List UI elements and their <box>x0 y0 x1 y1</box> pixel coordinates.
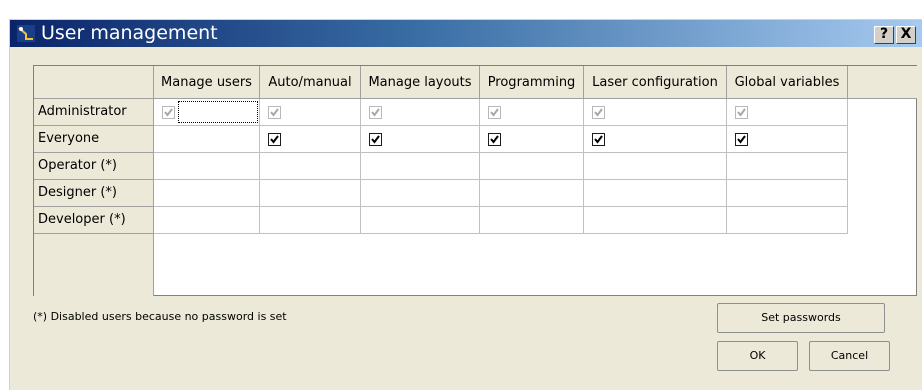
permission-cell[interactable] <box>361 126 480 153</box>
permission-cell[interactable] <box>260 207 361 234</box>
permission-cell[interactable] <box>480 207 584 234</box>
permission-cell[interactable] <box>584 99 727 126</box>
permission-cell[interactable] <box>260 126 361 153</box>
title-bar[interactable]: User management ? X <box>10 20 922 47</box>
permission-cell[interactable] <box>584 126 727 153</box>
permission-checkbox[interactable] <box>268 106 281 119</box>
permission-checkbox[interactable] <box>488 133 501 146</box>
permission-cell[interactable] <box>361 99 480 126</box>
column-header-filler <box>848 66 917 99</box>
permission-cell[interactable] <box>154 99 260 126</box>
permission-cell[interactable] <box>260 99 361 126</box>
permission-cell[interactable] <box>361 153 480 180</box>
row-header: Everyone <box>34 126 154 153</box>
dialog-title: User management <box>41 22 218 44</box>
permission-cell[interactable] <box>584 180 727 207</box>
permission-cell[interactable] <box>154 126 260 153</box>
app-icon <box>17 25 35 42</box>
permission-cell[interactable] <box>727 99 848 126</box>
row-header: Operator (*) <box>34 153 154 180</box>
permission-checkbox[interactable] <box>735 133 748 146</box>
permission-cell[interactable] <box>480 180 584 207</box>
row-header: Developer (*) <box>34 207 154 234</box>
close-button[interactable]: X <box>896 26 916 44</box>
column-header: Manage users <box>154 66 260 99</box>
disabled-users-note: (*) Disabled users because no password i… <box>33 310 287 323</box>
permission-checkbox[interactable] <box>735 106 748 119</box>
column-header: Programming <box>480 66 584 99</box>
column-header: Manage layouts <box>361 66 480 99</box>
permissions-grid: Manage users Auto/manual Manage layouts Pro… <box>33 65 917 296</box>
permission-checkbox[interactable] <box>369 106 382 119</box>
grid-corner <box>34 66 154 99</box>
cancel-button[interactable]: Cancel <box>809 341 890 371</box>
ok-button[interactable]: OK <box>717 341 798 371</box>
permission-checkbox[interactable] <box>268 133 281 146</box>
permission-cell[interactable] <box>361 180 480 207</box>
permission-cell[interactable] <box>361 207 480 234</box>
permission-cell[interactable] <box>260 153 361 180</box>
user-management-dialog: User management ? X Manage users Auto/man… <box>9 19 922 390</box>
column-header: Laser configuration <box>584 66 727 99</box>
permission-cell[interactable] <box>154 153 260 180</box>
column-header: Auto/manual <box>260 66 361 99</box>
row-header: Administrator <box>34 99 154 126</box>
permission-cell[interactable] <box>480 126 584 153</box>
help-button[interactable]: ? <box>874 26 894 44</box>
permission-checkbox[interactable] <box>162 106 175 119</box>
permission-cell[interactable] <box>480 153 584 180</box>
permission-cell[interactable] <box>584 207 727 234</box>
permission-checkbox[interactable] <box>488 106 501 119</box>
permission-cell[interactable] <box>584 153 727 180</box>
permission-cell[interactable] <box>154 207 260 234</box>
permission-cell[interactable] <box>480 99 584 126</box>
column-header: Global variables <box>727 66 848 99</box>
permission-cell[interactable] <box>154 180 260 207</box>
permission-cell[interactable] <box>727 207 848 234</box>
permission-cell[interactable] <box>260 180 361 207</box>
permission-checkbox[interactable] <box>592 133 605 146</box>
permission-checkbox[interactable] <box>592 106 605 119</box>
permission-cell[interactable] <box>727 153 848 180</box>
set-passwords-button[interactable]: Set passwords <box>717 303 885 333</box>
permission-cell[interactable] <box>727 180 848 207</box>
focus-indicator <box>178 101 258 123</box>
permission-checkbox[interactable] <box>369 133 382 146</box>
row-header: Designer (*) <box>34 180 154 207</box>
permission-cell[interactable] <box>727 126 848 153</box>
